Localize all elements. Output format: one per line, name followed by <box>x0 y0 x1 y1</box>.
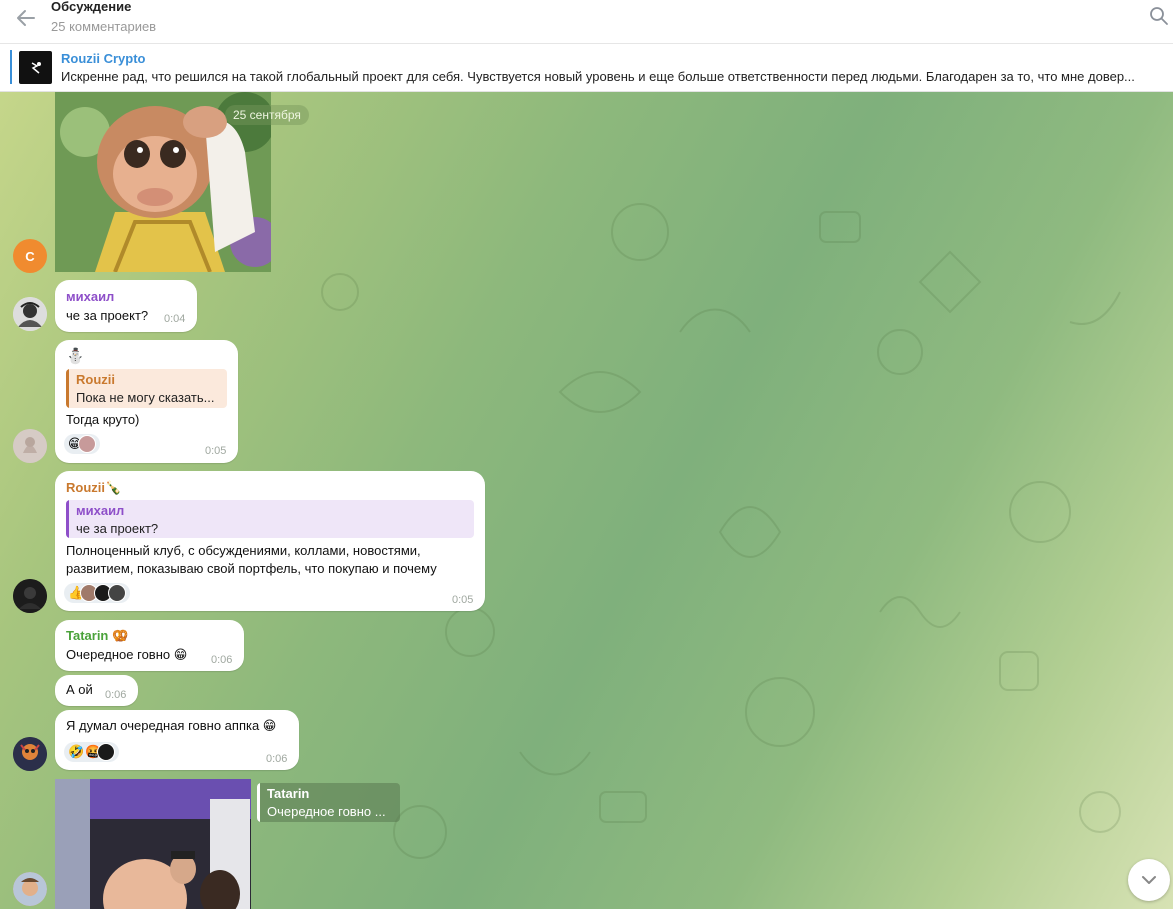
reaction-pill[interactable]: 🤣 🤬 <box>64 742 120 762</box>
reply-author: михаил <box>76 503 125 518</box>
reactor-avatar <box>108 584 127 602</box>
chat-header: Обсуждение 25 комментариев <box>0 0 1173 44</box>
message-bubble-5[interactable]: А ой 0:06 <box>55 675 138 706</box>
pinned-text: Искренне рад, что решился на такой глоба… <box>61 69 1135 84</box>
message-text: че за проект? <box>66 308 149 323</box>
message-bubble-4[interactable]: Tatarin 🥨 Очередное говно 😁 0:06 <box>55 620 244 671</box>
message-time: 0:06 <box>105 689 127 701</box>
reply-author: Tatarin <box>267 786 310 801</box>
chevron-down-icon <box>1142 876 1156 884</box>
reply-accent-bar <box>66 369 69 408</box>
message-time: 0:04 <box>164 313 186 325</box>
message-time: 0:06 <box>266 753 288 765</box>
reply-quote[interactable]: михаил че за проект? <box>66 500 474 538</box>
chat-area[interactable]: 25 сентября C михаил че за проект? 0:04 … <box>0 92 1173 909</box>
reaction-pill[interactable]: 👍 <box>64 583 131 603</box>
avatar-user-2[interactable] <box>13 429 47 463</box>
reply-accent-bar <box>66 500 69 538</box>
reply-accent-bar <box>257 783 260 822</box>
avatar-user-7[interactable] <box>13 872 47 906</box>
message-bubble-2[interactable]: ⛄ Rouzii Пока не могу сказать... Тогда к… <box>55 340 238 463</box>
sender-name-text: Tatarin <box>66 628 109 643</box>
message-text: Очередное говно 😁 <box>66 647 188 662</box>
video-reply-quote[interactable]: Tatarin Очередное говно ... <box>257 783 400 822</box>
reply-quote[interactable]: Rouzii Пока не могу сказать... <box>66 369 227 408</box>
message-time: 0:06 <box>211 654 233 666</box>
sender-emoji: ⛄ <box>66 348 85 365</box>
reply-text: че за проект? <box>76 521 159 536</box>
page-title: Обсуждение <box>51 0 132 14</box>
reactor-avatar <box>97 743 116 761</box>
reply-text: Очередное говно ... <box>267 804 386 819</box>
avatar-tatarin[interactable] <box>13 737 47 771</box>
avatar-c[interactable]: C <box>13 239 47 273</box>
message-bubble-6[interactable]: Я думал очередная говно аппка 😁 🤣 🤬 0:06 <box>55 710 299 770</box>
message-text-line-2: развитием, показываю свой портфель, что … <box>66 561 437 576</box>
pinned-channel-name: Rouzii Crypto <box>61 51 146 66</box>
reactions[interactable]: 👍 <box>64 582 131 604</box>
reactions[interactable]: 😁 <box>64 433 100 455</box>
pinned-post[interactable]: Rouzii Crypto Искренне рад, что решился … <box>0 44 1173 92</box>
back-arrow-icon[interactable] <box>14 6 38 30</box>
pinned-accent-bar <box>10 50 12 84</box>
comment-count: 25 комментариев <box>51 19 157 34</box>
sender-name-mikhail[interactable]: михаил <box>66 289 114 304</box>
message-time: 0:05 <box>205 445 227 457</box>
sender-name-tatarin[interactable]: Tatarin 🥨 <box>66 628 128 644</box>
channel-logo-thumbnail <box>19 51 52 84</box>
sender-emoji: 🥨 <box>112 628 129 643</box>
reply-text: Пока не могу сказать... <box>76 390 215 405</box>
video-message[interactable] <box>55 779 251 909</box>
search-icon[interactable] <box>1149 6 1169 26</box>
avatar-rouzii[interactable] <box>13 579 47 613</box>
reactions[interactable]: 🤣 🤬 <box>64 741 120 763</box>
reactor-avatar <box>77 435 96 453</box>
reaction-pill[interactable]: 😁 <box>64 434 100 454</box>
message-bubble-3[interactable]: Rouzii🍾 михаил че за проект? Полноценный… <box>55 471 485 611</box>
sender-name-text: Rouzii <box>66 480 105 495</box>
avatar-mikhail[interactable] <box>13 297 47 331</box>
message-text-line-1: Полноценный клуб, с обсуждениями, коллам… <box>66 543 421 558</box>
message-bubble-1[interactable]: михаил че за проект? 0:04 <box>55 280 197 332</box>
message-text: Тогда круто) <box>66 412 140 427</box>
sender-name-rouzii[interactable]: Rouzii🍾 <box>66 480 121 496</box>
date-separator: 25 сентября <box>225 105 309 125</box>
message-text: Я думал очередная говно аппка 😁 <box>66 718 277 733</box>
reply-author: Rouzii <box>76 372 115 387</box>
message-time: 0:05 <box>452 594 474 606</box>
message-text: А ой <box>66 682 93 697</box>
sender-emoji: 🍾 <box>105 480 122 495</box>
scroll-down-button[interactable] <box>1128 859 1170 901</box>
avatar-letter: C <box>25 248 35 264</box>
reaction-emoji: 🤣 <box>68 744 85 759</box>
